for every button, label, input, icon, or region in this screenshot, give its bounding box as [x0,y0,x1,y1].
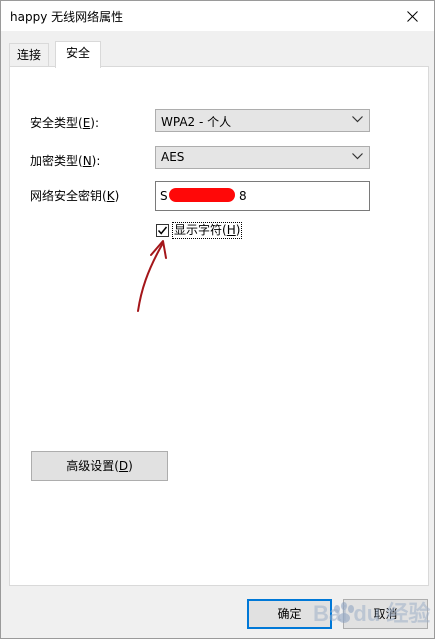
security-panel: 安全类型(E): WPA2 - 个人 加密类型(N): AES 网络安全密钥(K… [9,66,429,586]
chevron-down-icon [352,116,363,123]
window-title: happy 无线网络属性 [10,10,124,24]
advanced-settings-button[interactable]: 高级设置(D) [31,451,168,481]
close-icon [406,10,418,22]
network-key-value-start: S [160,189,169,203]
tab-connection-label: 连接 [17,48,42,62]
security-type-value: WPA2 - 个人 [161,115,232,129]
security-type-select[interactable]: WPA2 - 个人 [155,109,370,132]
tab-strip: 连接 安全 [9,41,429,68]
network-key-value-end: 8 [239,189,248,203]
close-button[interactable] [390,1,434,31]
tab-security[interactable]: 安全 [55,41,102,68]
title-bar: happy 无线网络属性 [1,1,434,31]
security-type-label: 安全类型(E): [30,116,100,130]
checkmark-icon [157,226,168,235]
network-key-input[interactable]: S 8 [155,181,370,211]
show-characters-label[interactable]: 显示字符(H) [172,222,243,239]
show-characters-checkbox[interactable] [156,224,169,237]
ok-button[interactable]: 确定 [247,599,332,629]
cancel-button[interactable]: 取消 [343,599,428,629]
tab-connection[interactable]: 连接 [9,43,50,67]
network-key-label: 网络安全密钥(K) [30,189,120,203]
encryption-type-value: AES [161,150,185,164]
chevron-down-icon [352,153,363,160]
properties-dialog: happy 无线网络属性 连接 安全 安全类型(E): WPA2 - 个人 加密… [0,0,435,639]
tab-security-label: 安全 [66,46,91,60]
encryption-type-label: 加密类型(N): [30,154,101,168]
redaction-mark [169,188,235,202]
encryption-type-select[interactable]: AES [155,146,370,169]
